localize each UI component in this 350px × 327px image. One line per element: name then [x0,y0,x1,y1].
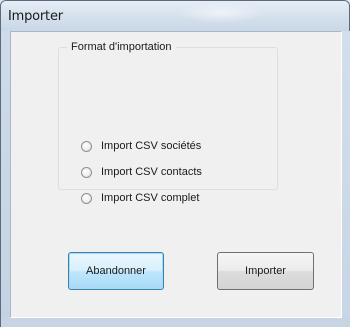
radio-button-icon[interactable] [81,166,92,178]
radio-option-contacts[interactable]: Import CSV contacts [81,164,202,180]
radio-option-complet[interactable]: Import CSV complet [81,190,199,206]
import-dialog-window: Importer Format d'importation Import CSV… [0,0,350,327]
import-button[interactable]: Importer [217,252,314,290]
radio-button-icon[interactable] [81,140,92,152]
radio-label-contacts: Import CSV contacts [101,166,202,178]
radio-button-icon[interactable] [81,192,92,204]
import-format-legend: Format d'importation [67,41,176,53]
title-bar-glare [176,3,266,23]
radio-option-societes[interactable]: Import CSV sociétés [81,138,201,154]
cancel-button[interactable]: Abandonner [68,252,164,290]
frame-right-border [342,31,350,327]
title-bar[interactable]: Importer [1,1,349,31]
radio-label-complet: Import CSV complet [101,192,200,204]
frame-bottom-border [1,318,350,327]
window-title: Importer [8,9,63,24]
radio-label-societes: Import CSV sociétés [101,140,202,152]
frame-left-border [1,31,10,327]
